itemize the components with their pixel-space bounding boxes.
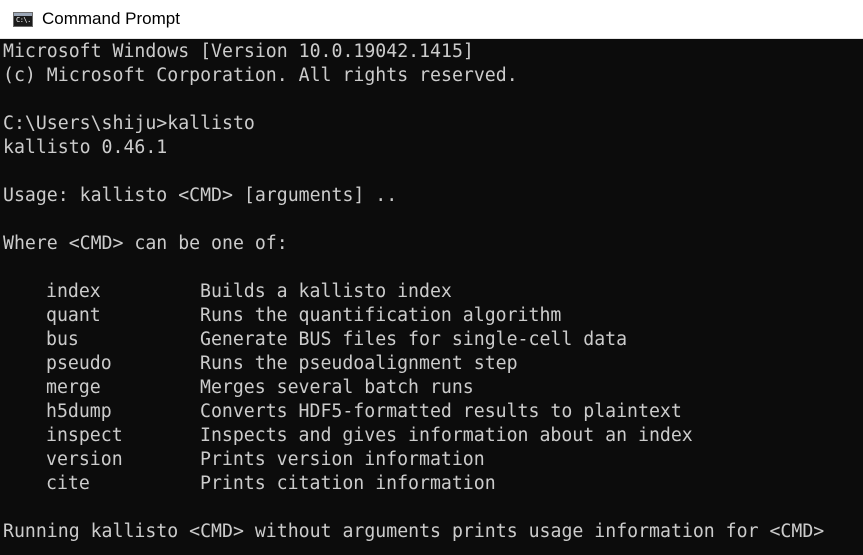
title-bar[interactable]: C:\. Command Prompt: [0, 0, 863, 39]
console-line: Microsoft Windows [Version 10.0.19042.14…: [3, 41, 474, 62]
console-line: Running kallisto <CMD> without arguments…: [3, 521, 825, 542]
command-name: quant: [46, 305, 101, 326]
command-name: version: [46, 449, 123, 470]
console-line: Where <CMD> can be one of:: [3, 233, 288, 254]
command-name: cite: [46, 473, 90, 494]
command-row: quant Runs the quantification algorithm: [0, 304, 863, 328]
command-row: version Prints version information: [0, 448, 863, 472]
console-line: C:\Users\shiju>kallisto: [3, 113, 255, 134]
command-row: h5dump Converts HDF5-formatted results t…: [0, 400, 863, 424]
console-line: kallisto 0.46.1: [3, 137, 168, 158]
command-description: Prints version information: [200, 449, 485, 470]
window-title: Command Prompt: [42, 9, 180, 28]
command-row: inspect Inspects and gives information a…: [0, 424, 863, 448]
command-row: merge Merges several batch runs: [0, 376, 863, 400]
command-name: inspect: [46, 425, 123, 446]
command-name: index: [46, 281, 101, 302]
command-description: Prints citation information: [200, 473, 496, 494]
command-description: Builds a kallisto index: [200, 281, 452, 302]
command-description: Runs the quantification algorithm: [200, 305, 562, 326]
cmd-icon: C:\.: [13, 11, 33, 27]
command-name: merge: [46, 377, 101, 398]
command-row: cite Prints citation information: [0, 472, 863, 496]
cmd-icon-text: C:\.: [16, 15, 31, 24]
command-name: pseudo: [46, 353, 112, 374]
command-description: Runs the pseudoalignment step: [200, 353, 518, 374]
command-description: Generate BUS files for single-cell data: [200, 329, 628, 350]
command-description: Inspects and gives information about an …: [200, 425, 693, 446]
command-description: Merges several batch runs: [200, 377, 474, 398]
command-name: h5dump: [46, 401, 112, 422]
command-row: bus Generate BUS files for single-cell d…: [0, 328, 863, 352]
command-row: pseudo Runs the pseudoalignment step: [0, 352, 863, 376]
command-prompt-window: C:\. Command Prompt Microsoft Windows [V…: [0, 0, 863, 555]
console-line: Usage: kallisto <CMD> [arguments] ..: [3, 185, 398, 206]
command-row: index Builds a kallisto index: [0, 280, 863, 304]
command-description: Converts HDF5-formatted results to plain…: [200, 401, 682, 422]
console-line: (c) Microsoft Corporation. All rights re…: [3, 65, 518, 86]
console-output[interactable]: Microsoft Windows [Version 10.0.19042.14…: [0, 39, 863, 555]
command-name: bus: [46, 329, 79, 350]
